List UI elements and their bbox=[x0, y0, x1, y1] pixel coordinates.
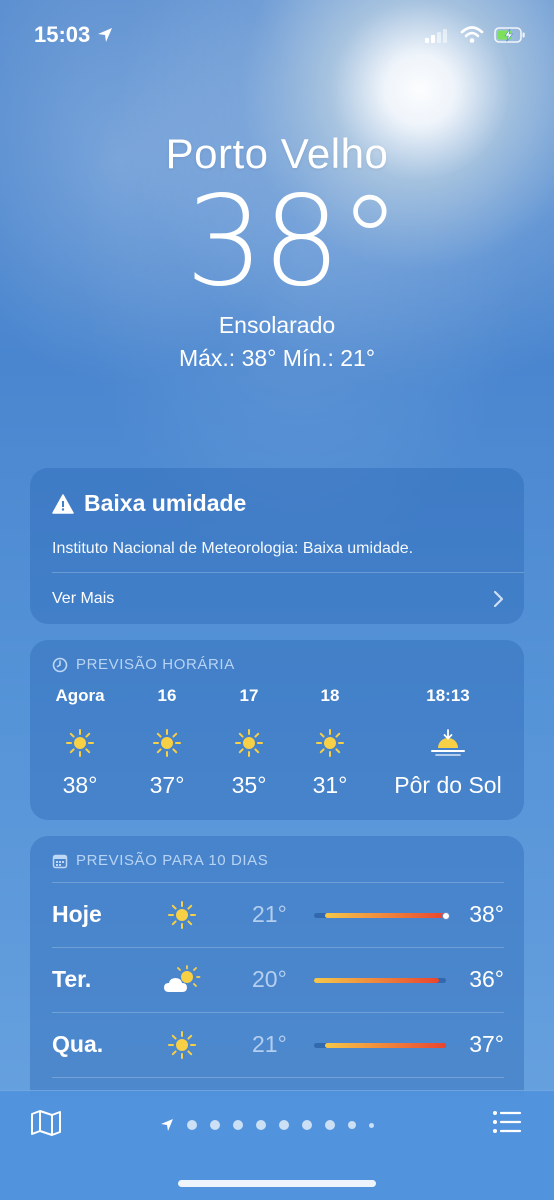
page-dot[interactable] bbox=[279, 1120, 289, 1130]
see-more-link[interactable]: Ver Mais bbox=[52, 586, 504, 612]
page-dot[interactable] bbox=[325, 1120, 335, 1130]
hour-label: Agora bbox=[55, 686, 105, 705]
daily-forecast-card[interactable]: PREVISÃO PARA 10 DIAS Hoje 21° 38° Ter. … bbox=[30, 836, 524, 1096]
sun-icon bbox=[162, 895, 202, 935]
map-button[interactable] bbox=[30, 1109, 64, 1139]
hourly-forecast-card[interactable]: PREVISÃO HORÁRIA Agora 38° 16 37° 17 35°… bbox=[30, 640, 524, 820]
partly-cloudy-icon bbox=[162, 960, 202, 1000]
hour-label: 18:13 bbox=[426, 686, 470, 705]
page-dot[interactable] bbox=[369, 1122, 374, 1128]
hourly-forecast-header: PREVISÃO HORÁRIA bbox=[52, 656, 235, 673]
clock-icon bbox=[52, 657, 68, 672]
status-icons bbox=[424, 26, 526, 44]
alert-divider bbox=[52, 572, 524, 573]
status-time: 15:03 bbox=[34, 22, 114, 48]
map-icon bbox=[31, 1110, 61, 1136]
day-low-temp: 21° bbox=[252, 901, 287, 927]
day-name: Qua. bbox=[52, 1031, 104, 1057]
current-temperature: 38° bbox=[185, 170, 401, 314]
list-icon bbox=[493, 1111, 522, 1133]
alert-description: Instituto Nacional de Meteorologia: Baix… bbox=[52, 540, 414, 557]
page-dot[interactable] bbox=[256, 1120, 266, 1130]
battery-charging-icon bbox=[494, 27, 525, 43]
daily-row[interactable]: Qua. 21° 37° bbox=[52, 1012, 504, 1077]
day-high-temp: 37° bbox=[469, 1031, 504, 1057]
chevron-right-icon bbox=[493, 590, 504, 608]
hour-item: Agora 38° bbox=[50, 686, 110, 799]
day-name: Ter. bbox=[52, 966, 92, 992]
daily-row[interactable]: Ter. 20° 36° bbox=[52, 947, 504, 1012]
hour-temperature: 35° bbox=[231, 772, 267, 798]
temperature-range-bar bbox=[324, 1043, 446, 1048]
hour-item: 17 35° bbox=[219, 686, 279, 799]
hour-temperature: 38° bbox=[62, 772, 98, 798]
hour-item: 18 31° bbox=[300, 686, 360, 799]
see-more-label: Ver Mais bbox=[52, 590, 115, 607]
location-arrow-icon bbox=[161, 1119, 173, 1131]
sun-icon bbox=[219, 720, 279, 766]
sun-icon bbox=[50, 720, 110, 766]
temperature-range-bar bbox=[324, 913, 446, 918]
status-bar: 15:03 bbox=[0, 0, 554, 70]
day-high-temp: 38° bbox=[469, 901, 504, 927]
alert-title-text: Baixa umidade bbox=[84, 490, 247, 516]
cellular-signal-icon bbox=[425, 29, 447, 43]
daily-row[interactable]: Hoje 21° 38° bbox=[52, 882, 504, 947]
sunset-icon bbox=[380, 720, 516, 766]
day-high-temp: 36° bbox=[469, 966, 504, 992]
page-dot[interactable] bbox=[302, 1120, 312, 1130]
day-low-temp: 21° bbox=[252, 1031, 287, 1057]
hour-label: 16 bbox=[157, 686, 177, 705]
sun-icon bbox=[162, 1025, 202, 1065]
city-list-button[interactable] bbox=[492, 1109, 524, 1139]
current-weather: Porto Velho 38° Ensolarado Máx.: 38° Mín… bbox=[0, 130, 554, 372]
page-dot[interactable] bbox=[233, 1120, 243, 1130]
daily-forecast-title: PREVISÃO PARA 10 DIAS bbox=[76, 852, 269, 869]
home-indicator bbox=[178, 1180, 376, 1187]
location-arrow-icon bbox=[98, 28, 113, 42]
warning-icon bbox=[52, 493, 74, 514]
day-name: Hoje bbox=[52, 901, 102, 927]
page-indicator[interactable] bbox=[160, 1115, 374, 1135]
sunset-label: Pôr do Sol bbox=[394, 772, 502, 798]
status-time-text: 15:03 bbox=[34, 22, 91, 47]
sun-icon bbox=[137, 720, 197, 766]
daily-forecast-header: PREVISÃO PARA 10 DIAS bbox=[52, 852, 268, 869]
hourly-forecast-title: PREVISÃO HORÁRIA bbox=[76, 656, 235, 673]
wifi-icon bbox=[460, 26, 484, 43]
calendar-icon bbox=[52, 854, 68, 868]
current-temp-marker bbox=[442, 911, 450, 920]
hour-label: 17 bbox=[239, 686, 259, 705]
weather-alert-card[interactable]: Baixa umidade Instituto Nacional de Mete… bbox=[30, 468, 524, 624]
day-low-temp: 20° bbox=[252, 966, 287, 992]
page-dot[interactable] bbox=[348, 1121, 356, 1129]
sun-icon bbox=[300, 720, 360, 766]
page-dot[interactable] bbox=[187, 1120, 197, 1130]
hour-temperature: 37° bbox=[149, 772, 185, 798]
hour-item-sunset: 18:13 Pôr do Sol bbox=[380, 686, 516, 799]
hour-label: 18 bbox=[320, 686, 340, 705]
alert-title: Baixa umidade bbox=[52, 490, 246, 517]
high-low-temperature: Máx.: 38° Mín.: 21° bbox=[178, 345, 376, 371]
hour-temperature: 31° bbox=[312, 772, 348, 798]
page-dot[interactable] bbox=[210, 1120, 220, 1130]
hour-item: 16 37° bbox=[137, 686, 197, 799]
weather-condition: Ensolarado bbox=[218, 312, 336, 338]
temperature-range-bar bbox=[314, 978, 440, 983]
